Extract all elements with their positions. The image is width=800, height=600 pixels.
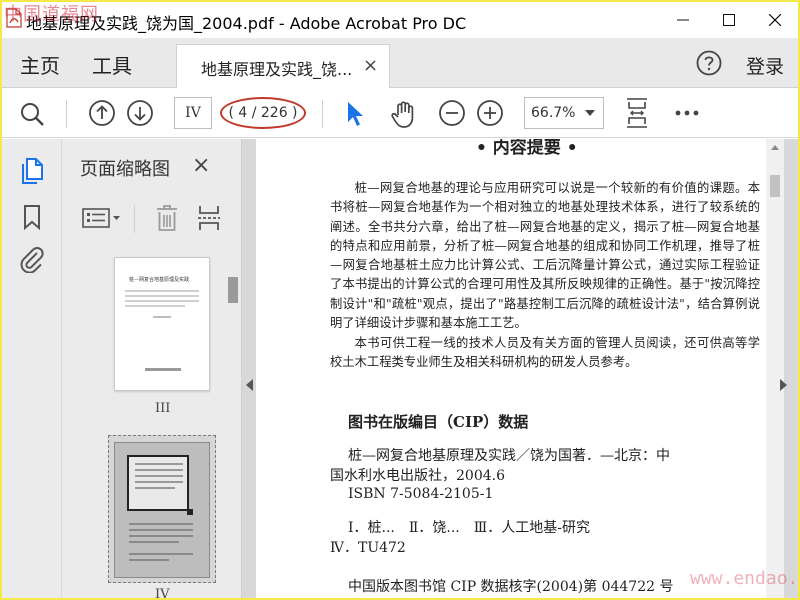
maximize-icon xyxy=(723,14,735,26)
page-thumbnails-button[interactable] xyxy=(16,155,48,187)
arrow-up-circle-icon xyxy=(89,100,115,126)
scroll-up-arrow[interactable] xyxy=(771,145,779,150)
cursor-arrow-icon xyxy=(348,102,363,126)
menu-home[interactable]: 主页 xyxy=(20,50,60,79)
hand-tool-button[interactable] xyxy=(388,98,420,130)
select-tool-button[interactable] xyxy=(342,99,368,129)
fit-page-button[interactable] xyxy=(622,96,652,130)
zoom-out-icon xyxy=(439,100,465,126)
previous-page-button[interactable] xyxy=(88,99,116,127)
thumbnail-page-4-selected[interactable] xyxy=(108,435,216,583)
zoom-in-icon xyxy=(477,100,503,126)
more-tools-button[interactable] xyxy=(672,100,702,126)
content-summary-heading: • 内容提要 • xyxy=(476,139,578,158)
cip-line: Ⅰ．桩... Ⅱ．饶... Ⅲ．人工地基-研究 xyxy=(348,520,590,536)
cip-title: 图书在版编目（CIP）数据 xyxy=(348,413,529,431)
panel-close-button[interactable]: × xyxy=(192,153,210,178)
cip-record-number: 中国版本图书馆 CIP 数据核字(2004)第 044722 号 xyxy=(348,579,674,595)
menu-tools[interactable]: 工具 xyxy=(92,50,132,79)
hand-icon xyxy=(391,101,414,128)
help-icon[interactable] xyxy=(696,50,722,76)
bookmarks-button[interactable] xyxy=(16,201,48,233)
thumbnails-panel: 页面缩略图 × 桩—网复合地基原理及实践 III IV xyxy=(62,139,242,598)
search-icon xyxy=(21,103,44,126)
maximize-button[interactable] xyxy=(706,2,752,38)
page-number-input[interactable]: IV xyxy=(174,97,212,129)
organize-pages-button[interactable] xyxy=(196,203,222,233)
tab-close-button[interactable]: × xyxy=(363,55,378,76)
toolbar-separator xyxy=(66,100,67,128)
thumbnail-resize-handle[interactable] xyxy=(187,509,193,515)
close-window-button[interactable] xyxy=(752,2,798,38)
thumbnail-text-line xyxy=(125,305,185,307)
thumbnail-options-button[interactable] xyxy=(82,205,122,231)
panel-separator xyxy=(134,205,135,233)
collapse-left-panel-button[interactable] xyxy=(246,379,253,391)
zoom-level-select[interactable]: 66.7% xyxy=(524,97,604,129)
thumbnail-page-3[interactable]: 桩—网复合地基原理及实践 xyxy=(114,257,210,391)
bookmark-icon xyxy=(24,205,40,230)
collapse-right-panel-button[interactable] xyxy=(780,379,787,391)
document-tab[interactable]: 地基原理及实践_饶... × xyxy=(176,44,390,88)
document-scrollbar[interactable] xyxy=(766,139,784,598)
cip-line: 桩—网复合地基原理及实践／饶为国著．—北京：中 xyxy=(348,448,670,464)
toolbar-separator xyxy=(322,100,323,128)
delete-page-button[interactable] xyxy=(154,203,180,233)
cip-line: 国水利水电出版社，2004.6 xyxy=(330,468,505,484)
zoom-out-button[interactable] xyxy=(438,99,466,127)
arrow-down-circle-icon xyxy=(127,100,153,126)
page-count: ( 4 / 226 ) xyxy=(220,97,306,129)
login-button[interactable]: 登录 xyxy=(746,52,784,79)
thumbnail-viewport-box xyxy=(127,455,189,511)
organize-pages-icon xyxy=(198,206,220,230)
minimize-icon xyxy=(677,19,689,21)
paperclip-icon xyxy=(20,247,44,273)
next-page-button[interactable] xyxy=(126,99,154,127)
watermark-bottom-right: www.endao.com xyxy=(690,568,798,589)
cip-isbn: ISBN 7-5084-2105-1 xyxy=(348,486,494,502)
navigation-rail xyxy=(2,139,62,598)
thumbnail-publisher-line xyxy=(145,368,181,371)
thumbnail-text-line xyxy=(125,290,199,292)
thumbnail-title: 桩—网复合地基原理及实践 xyxy=(129,277,190,283)
thumbnail-label-3: III xyxy=(155,401,171,416)
thumbnail-text-line xyxy=(125,300,199,302)
zoom-in-button[interactable] xyxy=(476,99,504,127)
watermark-top-left: 中国道福网 xyxy=(4,4,99,25)
thumbnail-text-line xyxy=(125,295,199,297)
document-area: • 内容提要 • 桩—网复合地基的理论与应用研究可以说是一个较新的有价值的课题。… xyxy=(242,139,798,598)
pdf-page: • 内容提要 • 桩—网复合地基的理论与应用研究可以说是一个较新的有价值的课题。… xyxy=(256,139,766,598)
document-scrollbar-thumb[interactable] xyxy=(770,175,780,197)
thumbnail-page-4 xyxy=(114,442,210,578)
attachments-button[interactable] xyxy=(16,243,48,275)
options-menu-icon xyxy=(82,208,120,228)
toolbar: IV ( 4 / 226 ) 66.7% xyxy=(2,88,798,138)
minimize-button[interactable] xyxy=(660,2,706,38)
thumbnail-label-4: IV xyxy=(155,587,170,598)
panel-title: 页面缩略图 xyxy=(80,159,170,180)
search-button[interactable] xyxy=(18,100,46,128)
thumbnail-scrollbar-thumb[interactable] xyxy=(228,277,238,303)
acrobat-window: 地基原理及实践_饶为国_2004.pdf - Adobe Acrobat Pro… xyxy=(2,2,798,598)
close-icon xyxy=(769,14,781,26)
trash-icon xyxy=(157,205,177,231)
document-tab-label: 地基原理及实践_饶... xyxy=(201,60,353,79)
title-bar: 地基原理及实践_饶为国_2004.pdf - Adobe Acrobat Pro… xyxy=(2,2,798,38)
chevron-down-icon xyxy=(585,110,595,116)
more-icon xyxy=(675,110,699,116)
summary-paragraph-1: 桩—网复合地基的理论与应用研究可以说是一个较新的有价值的课题。本书将桩—网复合地… xyxy=(330,181,760,331)
thumbnail-scrollbar[interactable] xyxy=(226,247,240,598)
zoom-level-value: 66.7% xyxy=(531,105,576,121)
page-thumbnails-icon xyxy=(22,158,43,184)
summary-paragraph-2: 本书可供工程一线的技术人员及有关方面的管理人员阅读，还可供高等学校土木工程类专业… xyxy=(330,336,760,370)
thumbnail-tools xyxy=(62,197,242,241)
thumbnail-author-line xyxy=(153,316,171,318)
fit-page-icon xyxy=(627,98,647,128)
menu-bar: 主页 工具 地基原理及实践_饶... × 登录 xyxy=(2,38,798,88)
cip-line: Ⅳ．TU472 xyxy=(330,540,406,556)
